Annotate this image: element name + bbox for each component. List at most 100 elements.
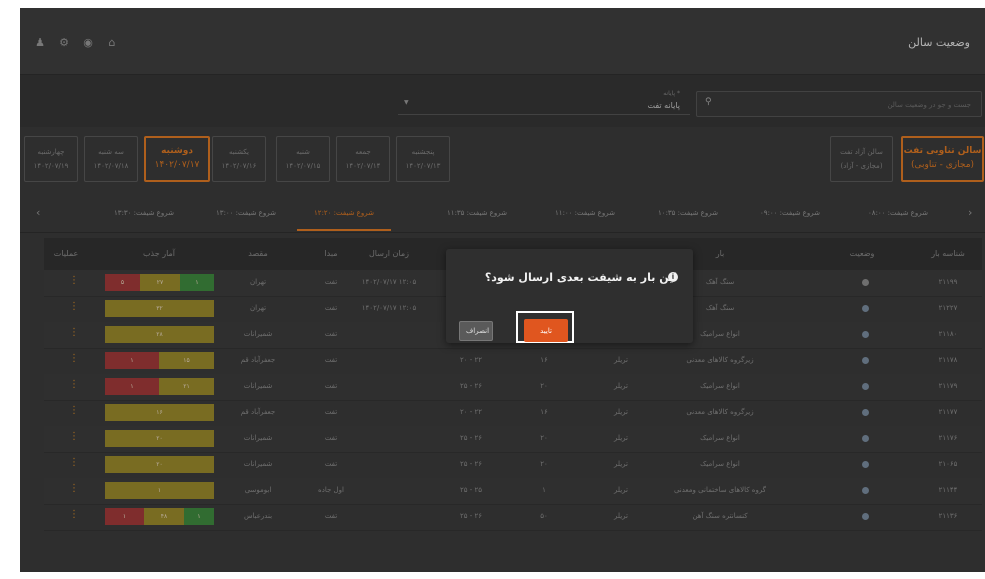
cargo-name: زیرگروه کالاهای معدنی xyxy=(686,408,754,416)
table-row[interactable]: ۲۱۱۳۶ کنسانتره سنگ آهن تریلر ۵۰ ۲۵ - ۲۶ تفت بن… xyxy=(44,504,982,531)
home-icon[interactable]: ⌂ xyxy=(104,34,120,50)
time-range: ۲۵ - ۲۶ xyxy=(459,382,483,390)
cargo-id: ۲۱۱۷۸ xyxy=(938,356,958,364)
chevron-left-icon[interactable]: ‹ xyxy=(36,206,40,219)
row-menu-icon[interactable]: ⋮ xyxy=(69,275,79,286)
absorption-bar: ۱ ۴۸ ۱ xyxy=(105,508,214,525)
day-date: ۱۴۰۲/۰۷/۱۳ xyxy=(405,162,441,170)
day-date: ۱۴۰۲/۰۷/۱۴ xyxy=(345,162,381,170)
status-dot xyxy=(862,331,869,338)
bar-segment: ۱ xyxy=(105,482,214,499)
cargo-id: ۲۱۱۸۰ xyxy=(938,330,958,338)
hall-card[interactable]: سالن تناوبی تفت (مجازی - تناوبی) xyxy=(901,136,984,182)
bar-segment: ۲۱ xyxy=(159,378,214,395)
row-menu-icon[interactable]: ⋮ xyxy=(69,457,79,468)
bar-segment: ۲۰ xyxy=(105,430,214,447)
shift-tab[interactable]: شروع شیفت: ۱۳:۳۰ xyxy=(114,209,174,217)
column-header: مقصد xyxy=(248,249,268,258)
destination: بندرعباس xyxy=(243,512,273,520)
shift-tab[interactable]: شروع شیفت: ۰۹:۰۰ xyxy=(760,209,820,217)
cargo-id: ۲۱۱۴۴ xyxy=(938,486,958,494)
cancel-button[interactable]: انصراف xyxy=(459,321,493,341)
table-row[interactable]: ۲۱۱۷۹ انواع سرامیک تریلر ۲۰ ۲۵ - ۲۶ تفت شمیران… xyxy=(44,374,982,401)
status-dot xyxy=(862,357,869,364)
destination: جعفرآباد قم xyxy=(240,408,276,416)
absorption-bar: ۱ ۱۵ xyxy=(105,352,214,369)
origin: تفت xyxy=(324,278,338,286)
day-card-3[interactable]: شنبه ۱۴۰۲/۰۷/۱۵ xyxy=(276,136,330,182)
day-card-1[interactable]: پنجشنبه ۱۴۰۲/۰۷/۱۳ xyxy=(396,136,450,182)
day-name: چهارشنبه xyxy=(37,148,65,156)
chevron-right-icon[interactable]: › xyxy=(968,206,972,219)
shift-tab[interactable]: شروع شیفت: ۱۲:۲۰ xyxy=(314,209,374,217)
terminal-select[interactable]: پایانه * پایانه تفت ▼ xyxy=(398,87,690,115)
time-range: ۲۵ - ۲۶ xyxy=(459,460,483,468)
column-header: شناسه بار xyxy=(931,249,965,258)
row-menu-icon[interactable]: ⋮ xyxy=(69,431,79,442)
user-icon[interactable]: ♟ xyxy=(32,34,48,50)
shift-tab[interactable]: شروع شیفت: ۱۱:۰۰ xyxy=(555,209,615,217)
destination: جعفرآباد قم xyxy=(240,356,276,364)
bar-segment: ۱ xyxy=(105,352,159,369)
row-menu-icon[interactable]: ⋮ xyxy=(69,379,79,390)
row-menu-icon[interactable]: ⋮ xyxy=(69,301,79,312)
vehicle-type: تریلر xyxy=(614,356,628,364)
shift-tab[interactable]: شروع شیفت: ۱۳:۰۰ xyxy=(216,209,276,217)
search-box[interactable]: ⚲ xyxy=(696,91,982,117)
palette-icon[interactable]: ◉ xyxy=(80,34,96,50)
row-menu-icon[interactable]: ⋮ xyxy=(69,327,79,338)
absorption-bar: ۲۰ xyxy=(105,456,214,473)
day-date: ۱۴۰۲/۰۷/۱۷ xyxy=(154,160,200,170)
search-icon[interactable]: ⚲ xyxy=(705,97,712,107)
count: ۱۶ xyxy=(540,408,548,416)
time-range: ۲۰ - ۲۲ xyxy=(459,356,483,364)
cargo-name: سنگ آهک xyxy=(705,304,735,312)
row-menu-icon[interactable]: ⋮ xyxy=(69,353,79,364)
confirm-button[interactable]: تایید xyxy=(524,319,568,342)
origin: تفت xyxy=(324,382,338,390)
row-menu-icon[interactable]: ⋮ xyxy=(69,405,79,416)
header-icons: ♟ ⚙ ◉ ⌂ xyxy=(32,34,120,50)
column-header: مبدا xyxy=(324,249,338,258)
table-row[interactable]: ۲۱۰۶۵ انواع سرامیک تریلر ۲۰ ۲۵ - ۲۶ تفت شمیران… xyxy=(44,452,982,479)
day-card-5[interactable]: دوشنبه ۱۴۰۲/۰۷/۱۷ xyxy=(144,136,210,182)
count: ۱ xyxy=(542,486,546,494)
hall-card[interactable]: سالن آزاد تفت (مجازی - آزاد) xyxy=(830,136,893,182)
day-card-7[interactable]: چهارشنبه ۱۴۰۲/۰۷/۱۹ xyxy=(24,136,78,182)
vehicle-type: تریلر xyxy=(614,434,628,442)
terminal-select-value: پایانه تفت xyxy=(647,101,680,110)
day-card-4[interactable]: یکشنبه ۱۴۰۲/۰۷/۱۶ xyxy=(212,136,266,182)
day-card-2[interactable]: جمعه ۱۴۰۲/۰۷/۱۴ xyxy=(336,136,390,182)
status-dot xyxy=(862,513,869,520)
shift-tab[interactable]: شروع شیفت: ۱۰:۳۵ xyxy=(658,209,718,217)
time-range: ۱۴۰۲/۰۷/۱۷ ۱۲:۰۵ xyxy=(361,304,417,312)
table-row[interactable]: ۲۱۱۴۴ گروه کالاهای ساختمانی ومعدنی تریلر ۱ ۲… xyxy=(44,478,982,505)
cargo-name: انواع سرامیک xyxy=(700,434,740,442)
table-row[interactable]: ۲۱۱۷۶ انواع سرامیک تریلر ۲۰ ۲۵ - ۲۶ تفت شمیران… xyxy=(44,426,982,453)
bar-segment: ۱ xyxy=(105,508,144,525)
cargo-name: سنگ آهک xyxy=(705,278,735,286)
shift-tab[interactable]: شروع شیفت: ۱۱:۳۵ xyxy=(447,209,507,217)
day-card-6[interactable]: سه شنبه ۱۴۰۲/۰۷/۱۸ xyxy=(84,136,138,182)
search-input[interactable] xyxy=(719,96,973,114)
gear-icon[interactable]: ⚙ xyxy=(56,34,72,50)
absorption-bar: ۳۲ xyxy=(105,300,214,317)
day-name: سه شنبه xyxy=(98,148,124,156)
column-header: آمار جذب xyxy=(142,249,176,258)
cargo-name: کنسانتره سنگ آهن xyxy=(692,512,748,520)
row-menu-icon[interactable]: ⋮ xyxy=(69,483,79,494)
header: ♟ ⚙ ◉ ⌂ وضعیت سالن xyxy=(20,8,985,74)
day-date: ۱۴۰۲/۰۷/۱۶ xyxy=(221,162,257,170)
vehicle-type: تریلر xyxy=(614,486,628,494)
cargo-id: ۲۱۱۷۹ xyxy=(938,382,958,390)
bar-segment: ۱۵ xyxy=(159,352,214,369)
terminal-select-label: پایانه * xyxy=(663,90,680,97)
row-menu-icon[interactable]: ⋮ xyxy=(69,509,79,520)
origin: تفت xyxy=(324,434,338,442)
chevron-down-icon[interactable]: ▼ xyxy=(404,99,409,106)
table-row[interactable]: ۲۱۱۷۷ زیرگروه کالاهای معدنی تریلر ۱۶ ۲۰ - ۲۲… xyxy=(44,400,982,427)
shift-tab[interactable]: شروع شیفت: ۰۸:۰۰ xyxy=(868,209,928,217)
bar-segment: ۱۶ xyxy=(105,404,214,421)
bar-segment: ۲۷ xyxy=(140,274,180,291)
table-row[interactable]: ۲۱۱۷۸ زیرگروه کالاهای معدنی تریلر ۱۶ ۲۰ - ۲۲… xyxy=(44,348,982,375)
